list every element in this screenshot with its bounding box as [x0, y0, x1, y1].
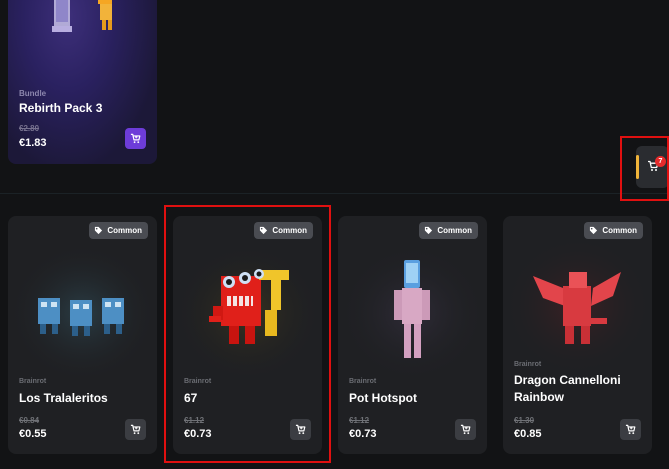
rarity-badge: Common	[584, 222, 643, 239]
product-category: Brainrot	[19, 378, 47, 385]
cart-highlight-box	[620, 136, 669, 201]
rarity-badge: Common	[419, 222, 478, 239]
bundle-old-price: €2.80	[19, 124, 40, 133]
cart-icon	[460, 424, 471, 435]
product-image	[8, 236, 157, 376]
bundle-image	[52, 0, 112, 32]
product-old-price: €1.30	[514, 416, 535, 425]
section-divider	[0, 193, 669, 194]
add-to-cart-button[interactable]	[455, 419, 476, 440]
product-image	[338, 236, 487, 376]
product-category: Brainrot	[349, 378, 377, 385]
cart-icon	[625, 424, 636, 435]
rarity-label: Common	[107, 226, 142, 235]
product-old-price: €1.12	[349, 416, 370, 425]
add-to-cart-button[interactable]	[125, 419, 146, 440]
product-old-price: €0.84	[19, 416, 40, 425]
product-price: €0.55	[19, 428, 47, 440]
add-to-cart-button[interactable]	[125, 128, 146, 149]
rarity-label: Common	[437, 226, 472, 235]
product-card-pot-hotspot[interactable]: Common Brainrot Pot Hotspot €1.12 €0.73	[338, 216, 487, 454]
product-title: Los Tralaleritos	[19, 391, 108, 405]
cart-icon	[130, 133, 141, 144]
product-price: €0.85	[514, 428, 542, 440]
tag-icon	[425, 226, 433, 235]
product-image	[503, 236, 652, 376]
add-to-cart-button[interactable]	[620, 419, 641, 440]
bundle-card-rebirth-pack-3[interactable]: Bundle Rebirth Pack 3 €2.80 €1.83	[8, 0, 157, 164]
product-card-dragon-cannelloni-rainbow[interactable]: Common Brainrot Dragon Cannelloni Rainbo…	[503, 216, 652, 454]
tag-icon	[95, 226, 103, 235]
bundle-price: €1.83	[19, 137, 47, 149]
bundle-category: Bundle	[19, 89, 47, 98]
tag-icon	[590, 226, 598, 235]
bundle-title: Rebirth Pack 3	[19, 101, 103, 115]
rarity-label: Common	[602, 226, 637, 235]
product-title: Pot Hotspot	[349, 391, 417, 405]
product-price: €0.73	[349, 428, 377, 440]
cart-icon	[130, 424, 141, 435]
selected-card-highlight	[164, 205, 331, 463]
product-card-los-tralaleritos[interactable]: Common Brainrot Los Tralaleritos €0.84 €…	[8, 216, 157, 454]
product-category: Brainrot	[514, 361, 542, 368]
rarity-badge: Common	[89, 222, 148, 239]
product-title: Dragon Cannelloni Rainbow	[514, 373, 621, 404]
